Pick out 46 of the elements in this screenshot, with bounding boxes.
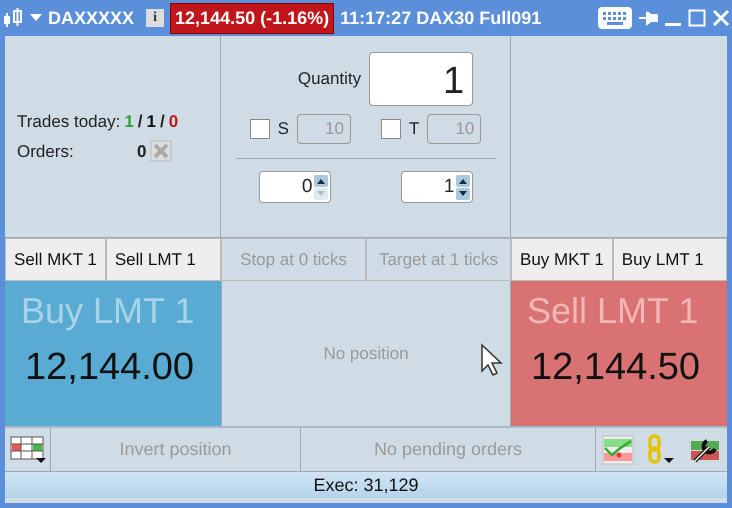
window-title: 11:17:27 DAX30 Full091 [340,6,542,30]
mouse-cursor-icon [480,343,504,377]
chart-icon[interactable] [602,434,634,464]
pending-orders-status: No pending orders [374,438,522,461]
order-button[interactable]: Buy LMT 1 [612,238,727,281]
spin-down-icon[interactable] [456,188,470,200]
pin-icon[interactable] [638,9,658,27]
bid-panel[interactable]: Buy LMT 1 12,144.00 [5,281,221,426]
checkbox-label: S [278,118,289,140]
price-badge: 12,144.50 (-1.16%) [170,2,334,34]
info-button[interactable]: i [146,9,164,27]
status-bar: Exec: 31,129 [5,472,727,498]
order-button[interactable]: Buy MKT 1 [511,238,613,281]
orders-count: 0 [137,140,146,162]
candlestick-icon[interactable] [2,7,24,29]
quantity-label: Quantity [298,68,362,90]
ask-panel[interactable]: Sell LMT 1 12,144.50 [511,281,727,426]
maximize-icon[interactable] [688,9,706,27]
checkbox[interactable] [250,119,270,139]
cancel-orders-icon[interactable] [150,140,172,162]
orders-label: Orders: [17,140,75,162]
buy-limit-label: Buy LMT 1 [20,289,196,329]
checkbox-label: T [408,118,420,140]
bid-price: 12,144.00 [24,345,196,390]
ask-price: 12,144.50 [530,345,702,390]
chain-link-icon[interactable] [646,434,676,466]
caret-icon[interactable] [30,14,42,22]
trade-count: / [138,111,143,133]
grid-menu-icon[interactable] [10,436,46,464]
sell-limit-label: Sell LMT 1 [526,289,700,329]
checkbox[interactable] [380,119,401,139]
spin-up-icon[interactable] [314,174,328,186]
order-button[interactable]: Sell LMT 1 [106,238,221,281]
close-icon[interactable] [712,9,730,27]
trade-count: / [160,111,165,133]
keyboard-icon[interactable] [598,6,632,30]
trade-count: 1 [146,111,156,133]
quantity-field[interactable]: 1 [369,52,474,106]
spinner-field[interactable]: 0 [258,171,330,203]
trade-count: 1 [124,111,134,133]
spin-up-icon[interactable] [456,174,470,186]
trade-count: 0 [168,111,178,133]
spinner-field[interactable]: 1 [400,171,472,203]
order-button[interactable]: Sell MKT 1 [5,238,106,281]
trades-label: Trades today: [17,111,120,133]
position-status: No position [323,342,409,365]
